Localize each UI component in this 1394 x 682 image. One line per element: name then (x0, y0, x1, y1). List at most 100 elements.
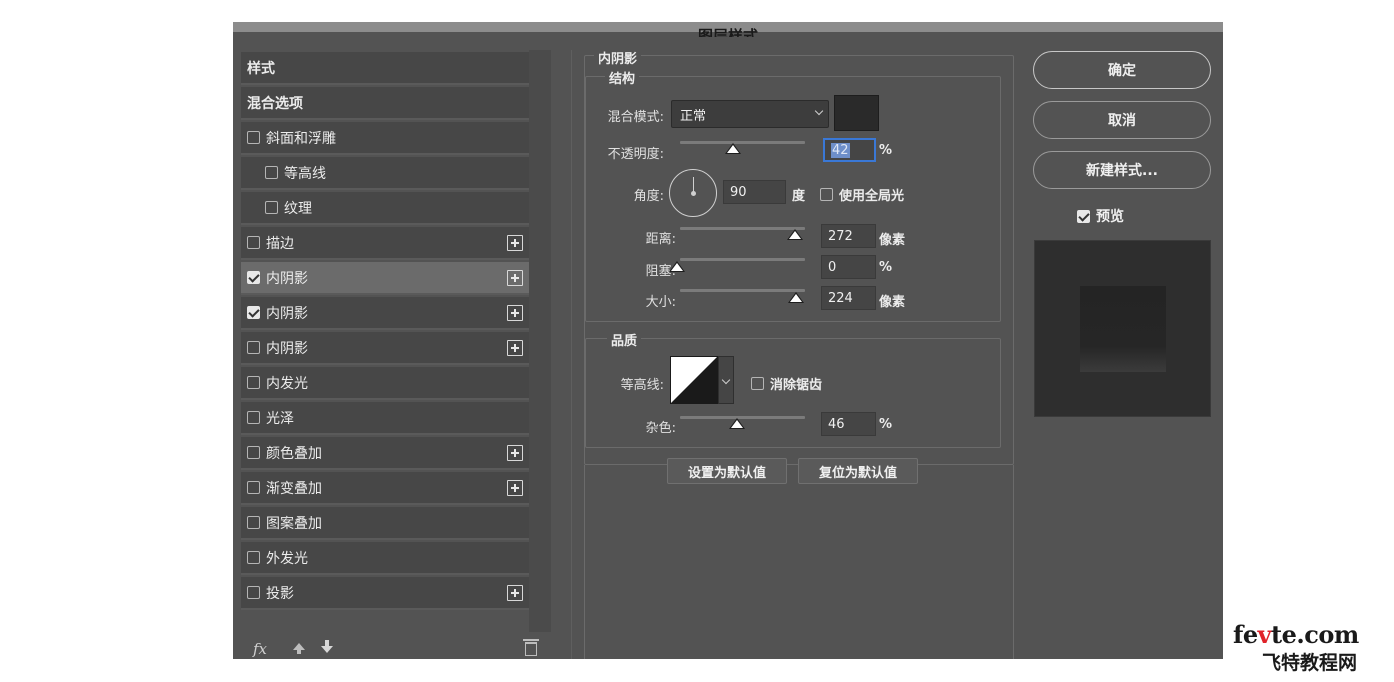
cancel-button[interactable]: 取消 (1033, 101, 1211, 139)
style-list-item[interactable]: 光泽 (241, 402, 529, 435)
add-effect-icon[interactable] (507, 445, 523, 461)
inner-shadow-settings: 内阴影 结构 混合模式: 正常 不透明度: 42 % 角度: 90 度 使用全局… (571, 48, 1016, 659)
fx-button[interactable]: fx (253, 640, 267, 658)
style-list-item[interactable]: 描边 (241, 227, 529, 260)
style-checkbox[interactable] (265, 166, 278, 179)
shadow-color-swatch[interactable] (834, 95, 879, 131)
style-list-item[interactable]: 样式 (241, 52, 529, 85)
style-list-item[interactable]: 内发光 (241, 367, 529, 400)
preview-checkbox[interactable] (1077, 209, 1090, 223)
style-list-item[interactable]: 斜面和浮雕 (241, 122, 529, 155)
move-down-icon[interactable] (321, 640, 333, 653)
style-list-scrollbar[interactable] (529, 50, 551, 632)
style-list-item[interactable]: 图案叠加 (241, 507, 529, 540)
style-checkbox[interactable] (247, 446, 260, 459)
style-checkbox[interactable] (247, 481, 260, 494)
add-effect-icon[interactable] (507, 585, 523, 601)
preview-toggle[interactable]: 预览 (1077, 206, 1124, 226)
angle-input[interactable]: 90 (723, 180, 786, 204)
opacity-label: 不透明度: (607, 147, 664, 162)
style-list-item[interactable]: 颜色叠加 (241, 437, 529, 470)
distance-label: 距离: (645, 232, 676, 247)
opacity-slider-thumb[interactable] (725, 143, 741, 154)
style-checkbox[interactable] (247, 586, 260, 599)
style-list-label: 内阴影 (266, 305, 308, 322)
watermark-name: 飞特教程网 (1262, 652, 1358, 674)
choke-slider-track[interactable] (680, 258, 805, 261)
choke-unit: % (879, 260, 893, 275)
blend-mode-value: 正常 (680, 108, 707, 124)
style-list-item[interactable]: 内阴影 (241, 297, 529, 330)
preview-label: 预览 (1096, 209, 1124, 225)
global-light-checkbox[interactable] (820, 188, 833, 201)
distance-input[interactable]: 272 (821, 224, 876, 248)
antialias-label: 消除锯齿 (770, 378, 823, 393)
style-checkbox[interactable] (247, 306, 260, 319)
structure-title: 结构 (605, 68, 640, 87)
style-list-label: 等高线 (284, 165, 326, 182)
add-effect-icon[interactable] (507, 480, 523, 496)
size-unit: 像素 (879, 295, 906, 310)
contour-preview[interactable] (670, 356, 718, 404)
style-list-label: 描边 (266, 235, 294, 252)
style-list-label: 斜面和浮雕 (266, 130, 336, 147)
style-checkbox[interactable] (247, 376, 260, 389)
style-checkbox[interactable] (265, 201, 278, 214)
style-list-item[interactable]: 混合选项 (241, 87, 529, 120)
noise-slider-thumb[interactable] (729, 418, 745, 429)
style-checkbox[interactable] (247, 551, 260, 564)
noise-input[interactable]: 46 (821, 412, 876, 436)
style-list-item[interactable]: 外发光 (241, 542, 529, 575)
distance-slider-thumb[interactable] (787, 229, 803, 240)
style-list-item[interactable]: 投影 (241, 577, 529, 610)
title-bar[interactable]: 图层样式 (233, 0, 1223, 37)
ok-button[interactable]: 确定 (1033, 51, 1211, 89)
add-effect-icon[interactable] (507, 305, 523, 321)
chevron-down-icon (814, 106, 824, 116)
style-checkbox[interactable] (247, 236, 260, 249)
style-list-item[interactable]: 纹理 (241, 192, 529, 225)
angle-dial[interactable] (669, 169, 717, 217)
move-up-icon[interactable] (293, 643, 305, 654)
style-checkbox[interactable] (247, 341, 260, 354)
style-list-label: 纹理 (284, 200, 312, 217)
angle-dial-center (691, 191, 696, 196)
opacity-slider-track[interactable] (680, 141, 805, 144)
global-light-toggle[interactable]: 使用全局光 (820, 185, 904, 204)
style-list-label: 颜色叠加 (266, 445, 322, 462)
add-effect-icon[interactable] (507, 270, 523, 286)
add-effect-icon[interactable] (507, 235, 523, 251)
blend-mode-select[interactable]: 正常 (671, 100, 829, 128)
reset-default-button[interactable]: 复位为默认值 (798, 458, 918, 484)
style-list-label: 样式 (247, 60, 275, 77)
opacity-unit: % (879, 143, 893, 158)
group-divider-left (584, 465, 585, 659)
add-effect-icon[interactable] (507, 340, 523, 356)
style-list-item[interactable]: 内阴影 (241, 262, 529, 295)
choke-slider-thumb[interactable] (669, 261, 685, 272)
angle-label: 角度: (633, 189, 664, 204)
style-checkbox[interactable] (247, 411, 260, 424)
opacity-input[interactable]: 42 (823, 138, 876, 162)
size-slider-thumb[interactable] (788, 292, 804, 303)
new-style-button[interactable]: 新建样式... (1033, 151, 1211, 189)
choke-input[interactable]: 0 (821, 255, 876, 279)
trash-icon[interactable] (523, 639, 539, 656)
style-list-item[interactable]: 等高线 (241, 157, 529, 190)
size-slider-track[interactable] (680, 289, 805, 292)
make-default-button[interactable]: 设置为默认值 (667, 458, 787, 484)
antialias-checkbox[interactable] (751, 377, 764, 390)
contour-dropdown[interactable] (718, 356, 734, 404)
style-list-item[interactable]: 渐变叠加 (241, 472, 529, 505)
contour-label: 等高线: (620, 378, 664, 393)
style-list-label: 内阴影 (266, 340, 308, 357)
size-input[interactable]: 224 (821, 286, 876, 310)
style-list-label: 混合选项 (247, 95, 303, 112)
style-list-item[interactable]: 内阴影 (241, 332, 529, 365)
style-checkbox[interactable] (247, 131, 260, 144)
style-checkbox[interactable] (247, 516, 260, 529)
angle-unit: 度 (792, 189, 806, 204)
style-checkbox[interactable] (247, 271, 260, 284)
noise-label: 杂色: (645, 421, 676, 436)
antialias-toggle[interactable]: 消除锯齿 (751, 374, 822, 393)
